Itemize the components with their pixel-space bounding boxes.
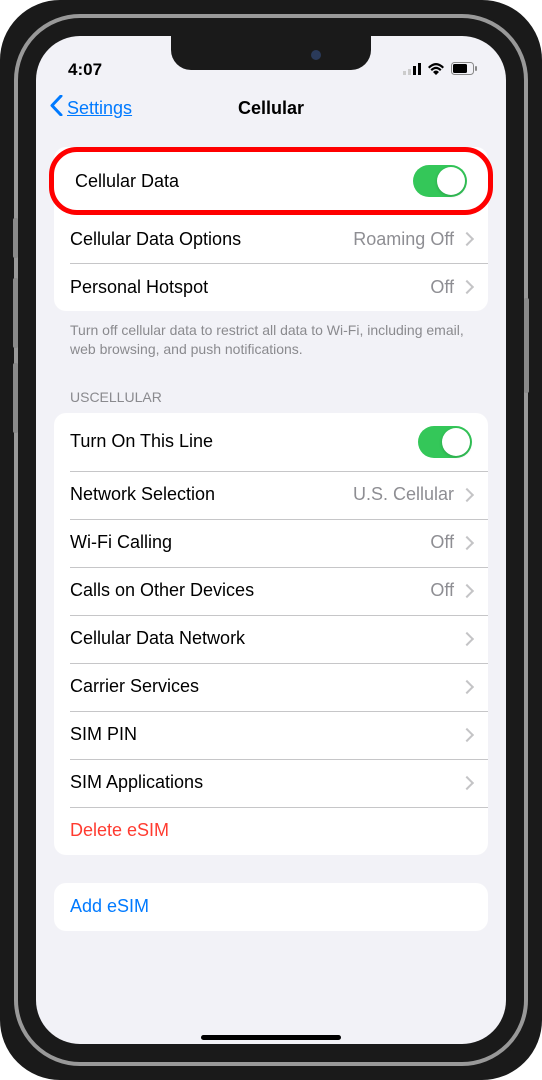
row-label: Personal Hotspot bbox=[70, 277, 430, 298]
personal-hotspot-row[interactable]: Personal Hotspot Off bbox=[54, 263, 488, 311]
turn-on-line-row[interactable]: Turn On This Line bbox=[54, 413, 488, 471]
screen: 4:07 Settings Cellular bbox=[36, 36, 506, 1044]
cellular-data-options-row[interactable]: Cellular Data Options Roaming Off bbox=[54, 215, 488, 263]
row-label: Delete eSIM bbox=[70, 820, 472, 841]
row-label: Calls on Other Devices bbox=[70, 580, 430, 601]
section-footer: Turn off cellular data to restrict all d… bbox=[36, 311, 506, 367]
add-esim-row[interactable]: Add eSIM bbox=[54, 883, 488, 931]
chevron-right-icon bbox=[460, 280, 474, 294]
nav-bar: Settings Cellular bbox=[36, 86, 506, 134]
row-value: U.S. Cellular bbox=[353, 484, 454, 505]
group-cellular: Cellular Data Cellular Data Options Roam… bbox=[54, 147, 488, 311]
chevron-right-icon bbox=[460, 728, 474, 742]
row-value: Off bbox=[430, 580, 454, 601]
row-value: Off bbox=[430, 277, 454, 298]
row-label: SIM Applications bbox=[70, 772, 462, 793]
back-button[interactable]: Settings bbox=[50, 95, 132, 121]
row-label: Turn On This Line bbox=[70, 431, 418, 452]
notch bbox=[171, 36, 371, 70]
row-label: Cellular Data Options bbox=[70, 229, 353, 250]
sim-applications-row[interactable]: SIM Applications bbox=[54, 759, 488, 807]
chevron-right-icon bbox=[460, 776, 474, 790]
row-label: Cellular Data Network bbox=[70, 628, 462, 649]
calls-other-devices-row[interactable]: Calls on Other Devices Off bbox=[54, 567, 488, 615]
content[interactable]: Cellular Data Cellular Data Options Roam… bbox=[36, 134, 506, 931]
group-carrier: Turn On This Line Network Selection U.S.… bbox=[54, 413, 488, 855]
carrier-services-row[interactable]: Carrier Services bbox=[54, 663, 488, 711]
chevron-right-icon bbox=[460, 680, 474, 694]
chevron-right-icon bbox=[460, 232, 474, 246]
section-header: USCELLULAR bbox=[36, 367, 506, 413]
wifi-calling-row[interactable]: Wi-Fi Calling Off bbox=[54, 519, 488, 567]
row-value: Roaming Off bbox=[353, 229, 454, 250]
row-value: Off bbox=[430, 532, 454, 553]
network-selection-row[interactable]: Network Selection U.S. Cellular bbox=[54, 471, 488, 519]
chevron-right-icon bbox=[460, 632, 474, 646]
phone-frame: 4:07 Settings Cellular bbox=[0, 0, 542, 1080]
row-label: Wi-Fi Calling bbox=[70, 532, 430, 553]
cellular-data-network-row[interactable]: Cellular Data Network bbox=[54, 615, 488, 663]
battery-icon bbox=[451, 60, 478, 80]
row-label: Network Selection bbox=[70, 484, 353, 505]
turn-on-line-toggle[interactable] bbox=[418, 426, 472, 458]
status-time: 4:07 bbox=[68, 60, 102, 80]
row-label: Cellular Data bbox=[75, 171, 413, 192]
back-label: Settings bbox=[67, 98, 132, 119]
annotation-highlight: Cellular Data bbox=[49, 147, 493, 215]
chevron-right-icon bbox=[460, 536, 474, 550]
delete-esim-row[interactable]: Delete eSIM bbox=[54, 807, 488, 855]
row-label: Add eSIM bbox=[70, 896, 472, 917]
home-indicator[interactable] bbox=[201, 1035, 341, 1040]
signal-icon bbox=[403, 60, 421, 80]
chevron-right-icon bbox=[460, 488, 474, 502]
cellular-data-row[interactable]: Cellular Data bbox=[59, 152, 483, 210]
cellular-data-toggle[interactable] bbox=[413, 165, 467, 197]
page-title: Cellular bbox=[238, 98, 304, 119]
chevron-left-icon bbox=[50, 95, 63, 121]
row-label: Carrier Services bbox=[70, 676, 462, 697]
row-label: SIM PIN bbox=[70, 724, 462, 745]
group-add-esim: Add eSIM bbox=[54, 883, 488, 931]
sim-pin-row[interactable]: SIM PIN bbox=[54, 711, 488, 759]
chevron-right-icon bbox=[460, 584, 474, 598]
wifi-icon bbox=[427, 60, 445, 80]
